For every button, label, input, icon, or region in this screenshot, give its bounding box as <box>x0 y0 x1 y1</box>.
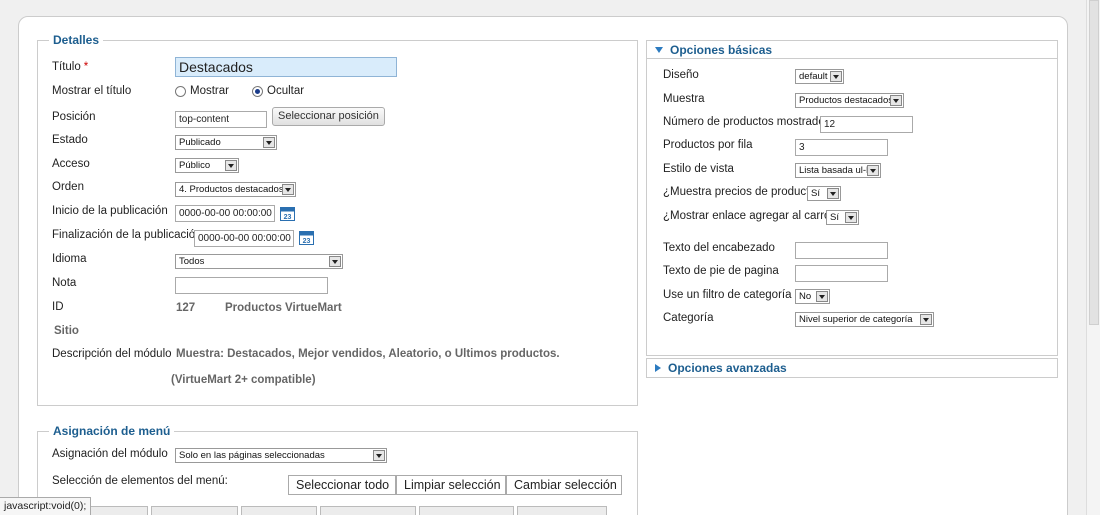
chevron-down-icon <box>816 291 828 302</box>
svg-text:23: 23 <box>303 238 311 245</box>
id-value: 127 <box>176 302 196 314</box>
id-label: ID <box>52 301 64 313</box>
menu-tab[interactable] <box>320 506 416 515</box>
menu-fieldset <box>37 431 638 515</box>
filtro-select[interactable]: No <box>795 289 830 304</box>
descripcion-label: Descripción del módulo <box>52 348 172 360</box>
clear-selection-button[interactable]: Limpiar selección <box>396 475 506 495</box>
svg-text:23: 23 <box>284 214 292 221</box>
orden-select[interactable]: 4. Productos destacados <box>175 182 296 197</box>
encabezado-input[interactable] <box>795 242 888 259</box>
categoria-label: Categoría <box>663 312 714 324</box>
carro-select[interactable]: Sí <box>826 210 859 225</box>
idioma-label: Idioma <box>52 253 87 265</box>
chevron-down-icon <box>920 314 932 325</box>
descripcion-value: Muestra: Destacados, Mejor vendidos, Ale… <box>176 348 560 360</box>
fin-label: Finalización de la publicación <box>52 229 202 241</box>
por-fila-label: Productos por fila <box>663 139 753 151</box>
chevron-down-icon <box>890 95 902 106</box>
triangle-right-icon <box>655 364 661 372</box>
categoria-select[interactable]: Nivel superior de categoría <box>795 312 934 327</box>
muestra-label: Muestra <box>663 93 705 105</box>
client-sitio: Sitio <box>54 325 79 337</box>
advanced-options-panel: Opciones avanzadas <box>646 358 1058 378</box>
chevron-down-icon <box>263 137 275 148</box>
radio-mostrar[interactable] <box>175 86 186 97</box>
encabezado-label: Texto del encabezado <box>663 242 775 254</box>
acceso-select[interactable]: Público <box>175 158 239 173</box>
compat-note: (VirtueMart 2+ compatible) <box>171 374 316 386</box>
browser-status-bar: javascript:void(0); <box>0 497 92 515</box>
menu-tab[interactable] <box>419 506 514 515</box>
page-scrollbar[interactable] <box>1086 0 1100 515</box>
menu-legend: Asignación de menú <box>49 424 175 438</box>
radio-ocultar-label: Ocultar <box>267 85 305 97</box>
nota-input[interactable] <box>175 277 328 294</box>
por-fila-input[interactable]: 3 <box>795 139 888 156</box>
nota-label: Nota <box>52 277 77 289</box>
basic-options-header[interactable]: Opciones básicas <box>647 41 1057 59</box>
diseno-select[interactable]: default <box>795 69 844 84</box>
chevron-down-icon <box>282 184 294 195</box>
required-asterisk: * <box>83 61 89 73</box>
menu-tab[interactable] <box>241 506 317 515</box>
details-legend: Detalles <box>49 33 104 47</box>
asignacion-label: Asignación del módulo <box>52 448 168 460</box>
chevron-down-icon <box>845 212 857 223</box>
chevron-down-icon <box>373 450 385 461</box>
mostrar-titulo-label: Mostrar el título <box>52 85 132 97</box>
pie-label: Texto de pie de pagina <box>663 265 779 277</box>
module-type-name: Productos VirtueMart <box>225 302 342 314</box>
scrollbar-thumb[interactable] <box>1089 0 1099 325</box>
toggle-selection-button[interactable]: Cambiar selección <box>506 475 622 495</box>
chevron-down-icon <box>827 188 839 199</box>
calendar-icon[interactable]: 23 <box>299 230 314 245</box>
estado-label: Estado <box>52 134 88 146</box>
diseno-label: Diseño <box>663 69 699 81</box>
menu-tab[interactable] <box>517 506 607 515</box>
filtro-label: Use un filtro de categoría <box>663 289 792 301</box>
num-productos-label: Número de productos mostrados <box>663 116 831 128</box>
titulo-input[interactable]: Destacados <box>175 57 397 77</box>
select-all-button[interactable]: Seleccionar todo <box>288 475 396 495</box>
triangle-down-icon <box>655 46 663 53</box>
chevron-down-icon <box>225 160 237 171</box>
carro-label: ¿Mostrar enlace agregar al carro? <box>663 210 837 222</box>
chevron-down-icon <box>867 165 879 176</box>
num-productos-input[interactable]: 12 <box>820 116 913 133</box>
inicio-input[interactable]: 0000-00-00 00:00:00 <box>175 205 275 222</box>
estado-select[interactable]: Publicado <box>175 135 277 150</box>
menu-tab[interactable] <box>151 506 238 515</box>
seleccion-label: Selección de elementos del menú: <box>52 475 228 487</box>
orden-label: Orden <box>52 181 84 193</box>
advanced-options-header[interactable]: Opciones avanzadas <box>647 359 1057 377</box>
precios-select[interactable]: Sí <box>807 186 841 201</box>
basic-options-panel: Opciones básicas <box>646 40 1058 356</box>
posicion-label: Posición <box>52 111 96 123</box>
chevron-down-icon <box>830 71 842 82</box>
estilo-select[interactable]: Lista basada ul-li <box>795 163 881 178</box>
titulo-label: Título * <box>52 61 89 73</box>
posicion-input[interactable]: top-content <box>175 111 267 128</box>
radio-ocultar[interactable] <box>252 86 263 97</box>
idioma-select[interactable]: Todos <box>175 254 343 269</box>
calendar-icon[interactable]: 23 <box>280 206 295 221</box>
acceso-label: Acceso <box>52 158 90 170</box>
seleccionar-posicion-button[interactable]: Seleccionar posición <box>272 107 385 126</box>
asignacion-select[interactable]: Solo en las páginas seleccionadas <box>175 448 387 463</box>
muestra-select[interactable]: Productos destacados <box>795 93 904 108</box>
estilo-label: Estilo de vista <box>663 163 734 175</box>
chevron-down-icon <box>329 256 341 267</box>
inicio-label: Inicio de la publicación <box>52 205 168 217</box>
radio-mostrar-label: Mostrar <box>190 85 229 97</box>
fin-input[interactable]: 0000-00-00 00:00:00 <box>194 230 294 247</box>
precios-label: ¿Muestra precios de producto <box>663 186 816 198</box>
pie-input[interactable] <box>795 265 888 282</box>
